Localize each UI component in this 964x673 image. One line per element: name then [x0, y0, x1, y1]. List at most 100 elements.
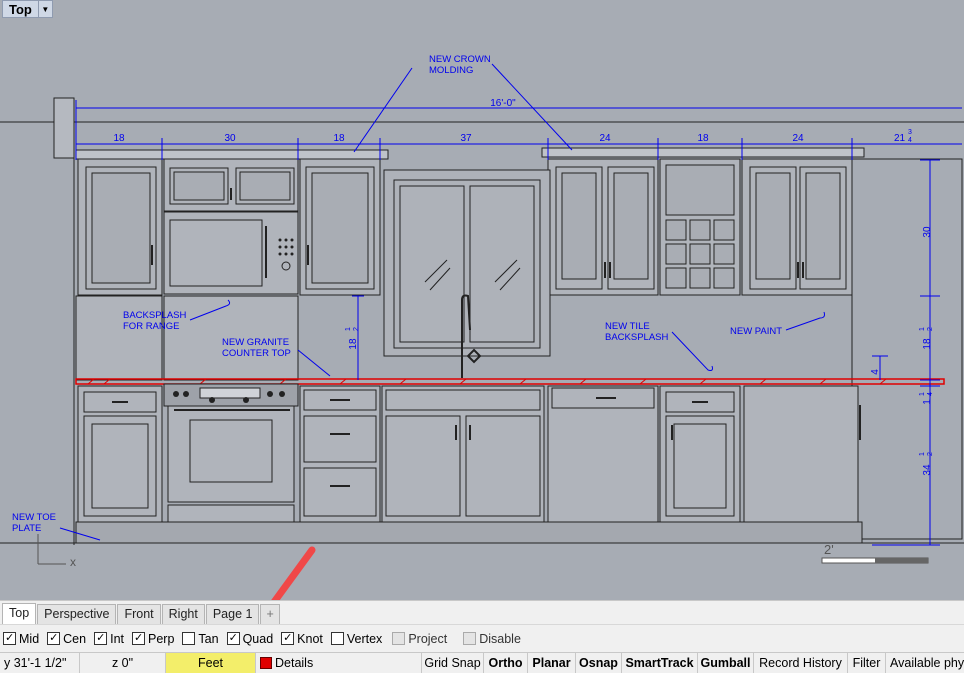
osnap-knot-checkbox[interactable] — [281, 632, 295, 645]
viewport-title-label[interactable]: Top — [3, 1, 38, 17]
dim-center-backsplash-den: 2 — [353, 327, 360, 331]
osnap-mid-checkbox[interactable] — [3, 632, 16, 645]
dim-right-base-den: 2 — [927, 452, 934, 456]
osnap-perp-label: Perp — [148, 631, 175, 646]
scale-bar-label: 2' — [824, 542, 834, 557]
tab-top[interactable]: Top — [2, 603, 37, 624]
record-history-toggle[interactable]: Record History — [754, 653, 848, 673]
filter-toggle[interactable]: Filter — [848, 653, 886, 673]
osnap-quad-label: Quad — [242, 631, 274, 646]
window — [383, 169, 551, 357]
dim-right-backsplash-den: 2 — [927, 327, 934, 331]
dim-center-backsplash: 18 — [348, 338, 359, 350]
dim-upper-6: 18 — [697, 133, 709, 144]
axis-x-label: x — [70, 555, 76, 569]
note-crown-2: MOLDING — [429, 65, 473, 76]
osnap-bar: Mid Cen Int Perp Tan Quad Knot Vertex Pr… — [0, 624, 964, 652]
osnap-disable[interactable]: Disable — [463, 632, 521, 646]
osnap-knot[interactable]: Knot — [281, 632, 323, 646]
tab-right[interactable]: Right — [161, 604, 205, 624]
osnap-int-label: Int — [110, 631, 124, 646]
dim-right-upper-height: 30 — [922, 226, 933, 238]
range — [163, 383, 299, 542]
osnap-quad[interactable]: Quad — [226, 631, 274, 646]
view-tabs: Top Perspective Front Right Page 1 + — [0, 600, 964, 624]
top-viewport[interactable]: 16'-0" 18 30 18 37 24 18 24 21 3 4 30 18… — [0, 0, 964, 600]
crown-molding — [75, 147, 865, 160]
osnap-project[interactable]: Project — [392, 632, 447, 646]
osnap-tan-label: Tan — [198, 631, 219, 646]
countertop — [75, 378, 945, 385]
status-bar: y 31'-1 1/2" z 0" Feet Details Grid Snap… — [0, 652, 964, 673]
dim-upper-3: 18 — [333, 133, 345, 144]
dim-overall: 16'-0" — [490, 98, 516, 109]
dim-upper-4: 37 — [460, 133, 472, 144]
osnap-disable-label: Disable — [479, 631, 521, 646]
osnap-vertex-label: Vertex — [346, 631, 383, 646]
osnap-cen[interactable]: Cen — [47, 632, 86, 646]
dim-right-backsplash: 18 — [922, 338, 933, 350]
dim-right-backsplash-num: 1 — [919, 327, 926, 331]
dim-center-backsplash-num: 1 — [345, 327, 352, 331]
osnap-mid[interactable]: Mid — [3, 632, 39, 646]
dim-right-base-num: 1 — [919, 452, 926, 456]
osnap-mid-label: Mid — [19, 631, 40, 646]
osnap-tan-checkbox[interactable] — [182, 632, 196, 645]
osnap-vertex-checkbox[interactable] — [330, 632, 344, 645]
note-granite-1: NEW GRANITE — [222, 337, 289, 348]
note-tile-1: NEW TILE — [605, 321, 650, 332]
note-toe-2: PLATE — [12, 523, 41, 534]
note-backsplash-range-2: FOR RANGE — [123, 321, 179, 332]
dim-right-counter: 1 — [922, 399, 933, 405]
osnap-cen-checkbox[interactable] — [47, 632, 61, 645]
note-crown-1: NEW CROWN — [429, 54, 491, 65]
osnap-disable-checkbox[interactable] — [463, 632, 477, 645]
planar-toggle[interactable]: Planar — [528, 653, 576, 673]
tab-front[interactable]: Front — [117, 604, 161, 624]
note-backsplash-range-1: BACKSPLASH — [123, 310, 186, 321]
z-coordinate: z 0" — [80, 653, 166, 673]
note-granite-2: COUNTER TOP — [222, 348, 291, 359]
osnap-toggle[interactable]: Osnap — [576, 653, 622, 673]
tab-page-1[interactable]: Page 1 — [205, 604, 260, 624]
dim-right-top-den: 4 — [908, 137, 912, 144]
dim-upper-2: 30 — [224, 133, 236, 144]
smarttrack-toggle[interactable]: SmartTrack — [622, 653, 698, 673]
dim-right-4: 4 — [870, 369, 881, 375]
osnap-int-checkbox[interactable] — [94, 632, 108, 645]
osnap-int[interactable]: Int — [94, 632, 124, 646]
viewport-title[interactable]: Top ▼ — [2, 0, 53, 18]
ortho-toggle[interactable]: Ortho — [484, 653, 528, 673]
layer-name: Details — [275, 656, 314, 670]
osnap-cen-label: Cen — [63, 631, 87, 646]
dim-upper-5: 24 — [599, 133, 611, 144]
osnap-project-checkbox[interactable] — [392, 632, 406, 645]
osnap-quad-checkbox[interactable] — [226, 632, 240, 645]
osnap-project-label: Project — [408, 631, 448, 646]
tab-perspective[interactable]: Perspective — [37, 604, 117, 624]
add-tab-button[interactable]: + — [260, 604, 280, 624]
note-tile-2: BACKSPLASH — [605, 332, 668, 343]
grid-snap-toggle[interactable]: Grid Snap — [422, 653, 484, 673]
osnap-perp-checkbox[interactable] — [132, 632, 145, 645]
dim-right-top-num: 3 — [908, 129, 912, 136]
elevation-drawing: 16'-0" 18 30 18 37 24 18 24 21 3 4 30 18… — [0, 54, 964, 569]
dim-right-counter-num: 1 — [919, 392, 926, 396]
units-display[interactable]: Feet — [166, 653, 256, 673]
note-toe-1: NEW TOE — [12, 512, 56, 523]
dim-right-base: 34 — [922, 464, 933, 476]
dim-upper-1: 18 — [113, 133, 125, 144]
y-coordinate: y 31'-1 1/2" — [0, 653, 80, 673]
layer-color-swatch — [260, 657, 272, 669]
memory-status: Available phy — [890, 656, 964, 670]
osnap-tan[interactable]: Tan — [182, 631, 219, 646]
viewport-menu-dropdown-icon[interactable]: ▼ — [37, 1, 52, 17]
dim-right-top: 21 — [894, 133, 906, 144]
world-axes-icon — [37, 534, 66, 565]
osnap-vertex[interactable]: Vertex — [330, 631, 383, 646]
gumball-toggle[interactable]: Gumball — [698, 653, 754, 673]
osnap-perp[interactable]: Perp — [132, 632, 174, 646]
current-layer[interactable]: Details — [256, 653, 422, 673]
osnap-knot-label: Knot — [297, 631, 323, 646]
note-paint: NEW PAINT — [730, 326, 782, 337]
